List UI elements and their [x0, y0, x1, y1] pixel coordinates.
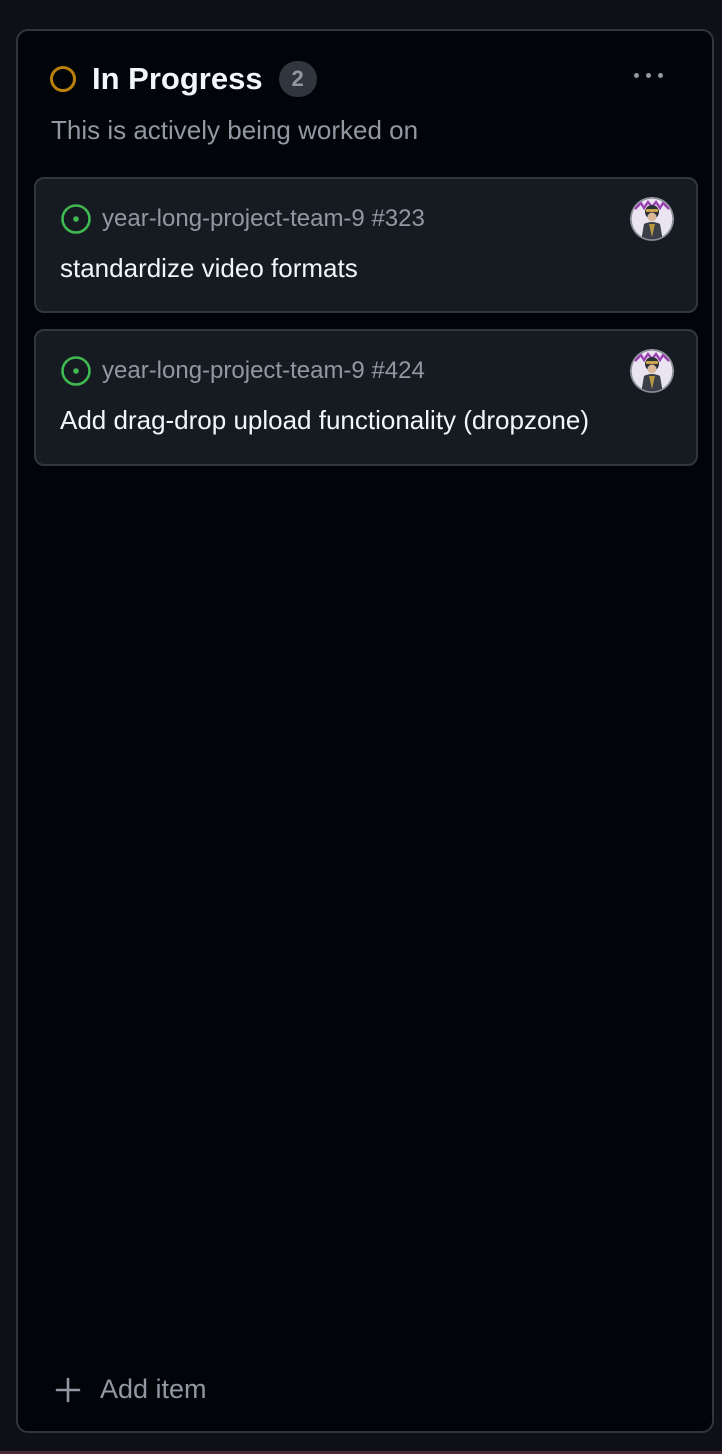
add-item-button[interactable]: Add item — [54, 1374, 207, 1405]
card-repo-reference[interactable]: year-long-project-team-9 #424 — [102, 357, 425, 385]
avatar-image — [630, 197, 674, 241]
column-title: In Progress — [92, 61, 263, 96]
item-count-badge: 2 — [278, 61, 317, 97]
board-column-in-progress: In Progress 2 This is actively being wor… — [16, 29, 714, 1433]
project-board-page: In Progress 2 This is actively being wor… — [0, 0, 722, 1454]
card-meta: year-long-project-team-9 #424 — [60, 355, 425, 387]
issue-opened-icon — [61, 204, 91, 234]
card-title[interactable]: standardize video formats — [60, 253, 358, 284]
plus-icon — [55, 1377, 81, 1402]
column-more-options-button[interactable] — [624, 61, 672, 89]
avatar-image — [630, 349, 674, 393]
status-circle-icon — [50, 66, 76, 92]
column-header: In Progress 2 — [50, 61, 317, 97]
assignee-avatar[interactable] — [630, 349, 674, 393]
card-meta: year-long-project-team-9 #323 — [60, 203, 425, 235]
column-description: This is actively being worked on — [51, 115, 419, 145]
issue-card[interactable]: year-long-project-team-9 #323 standardiz… — [34, 177, 698, 313]
card-title[interactable]: Add drag-drop upload functionality (drop… — [60, 405, 589, 436]
assignee-avatar[interactable] — [630, 197, 674, 241]
add-item-label: Add item — [100, 1374, 207, 1404]
card-repo-reference[interactable]: year-long-project-team-9 #323 — [102, 205, 425, 233]
issue-opened-icon — [61, 356, 91, 386]
kebab-horizontal-icon — [633, 72, 639, 78]
issue-card[interactable]: year-long-project-team-9 #424 Add drag-d… — [34, 329, 698, 466]
